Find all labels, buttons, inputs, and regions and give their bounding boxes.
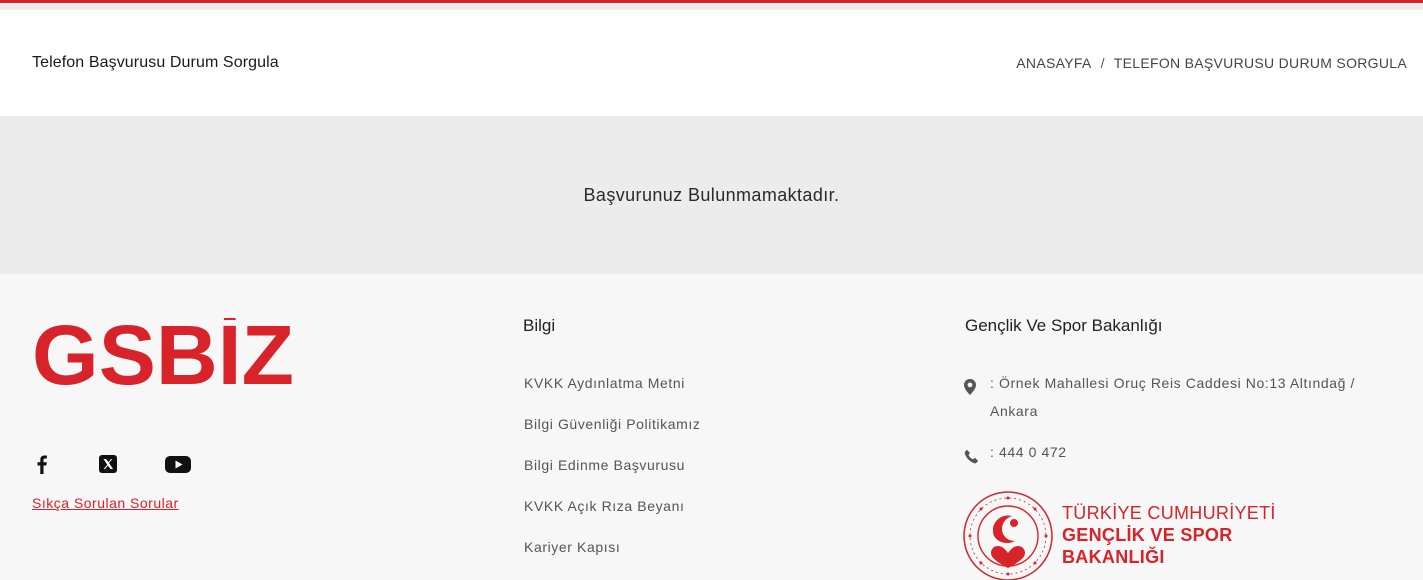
breadcrumb-home-link[interactable]: ANASAYFA	[1016, 55, 1091, 71]
x-twitter-icon[interactable]	[98, 452, 118, 476]
youtube-icon[interactable]	[164, 452, 192, 476]
breadcrumb: ANASAYFA / TELEFON BAŞVURUSU DURUM SORGU…	[1016, 55, 1407, 71]
footer-link-kariyer-kapisi[interactable]: Kariyer Kapısı	[524, 539, 700, 580]
footer-link-kvkk-acik-riza[interactable]: KVKK Açık Rıza Beyanı	[524, 498, 700, 539]
breadcrumb-current: TELEFON BAŞVURUSU DURUM SORGULA	[1113, 55, 1407, 71]
result-message: Başvurunuz Bulunmamaktadır.	[583, 185, 840, 205]
ministry-line-2: GENÇLİK VE SPOR	[1062, 525, 1233, 545]
ministry-heading: Gençlik Ve Spor Bakanlığı	[965, 316, 1163, 335]
ministry-emblem-icon	[963, 491, 1053, 580]
address-item: : Örnek Mahallesi Oruç Reis Caddesi No:1…	[964, 369, 1384, 425]
phone-text: : 444 0 472	[990, 444, 1067, 460]
facebook-icon[interactable]	[32, 452, 52, 476]
gsbiz-logo[interactable]: GSBİZ	[32, 318, 294, 390]
ministry-logo[interactable]: TÜRKİYE CUMHURİYETİ GENÇLİK VE SPOR BAKA…	[962, 490, 1282, 580]
faq-link[interactable]: Sıkça Sorulan Sorular	[32, 495, 179, 511]
top-separator	[0, 3, 1423, 10]
footer-link-bilgi-guvenligi[interactable]: Bilgi Güvenliği Politikamız	[524, 416, 700, 457]
page-header: Telefon Başvurusu Durum Sorgula ANASAYFA…	[0, 10, 1423, 116]
phone-item: : 444 0 472	[964, 438, 1067, 473]
footer-link-bilgi-edinme[interactable]: Bilgi Edinme Başvurusu	[524, 457, 700, 498]
ministry-line-1: TÜRKİYE CUMHURİYETİ	[1062, 503, 1276, 523]
social-links	[32, 452, 192, 476]
page-title: Telefon Başvurusu Durum Sorgula	[32, 54, 279, 71]
bilgi-heading: Bilgi	[523, 316, 556, 335]
ministry-line-3: BAKANLIĞI	[1062, 547, 1165, 567]
gsbiz-logo-text: GSBİZ	[32, 318, 294, 390]
footer-link-kvkk-aydinlatma[interactable]: KVKK Aydınlatma Metni	[524, 375, 700, 416]
address-text: : Örnek Mahallesi Oruç Reis Caddesi No:1…	[990, 375, 1356, 419]
ministry-text: TÜRKİYE CUMHURİYETİ GENÇLİK VE SPOR BAKA…	[1062, 502, 1276, 568]
location-pin-icon	[964, 369, 990, 425]
phone-icon	[964, 438, 990, 473]
footer: GSBİZ Sıkça Sorulan Sorular Bilgi KVKK A…	[0, 274, 1423, 580]
breadcrumb-separator: /	[1100, 55, 1105, 71]
result-panel: Başvurunuz Bulunmamaktadır.	[0, 116, 1423, 274]
bilgi-link-list: KVKK Aydınlatma Metni Bilgi Güvenliği Po…	[524, 375, 700, 580]
